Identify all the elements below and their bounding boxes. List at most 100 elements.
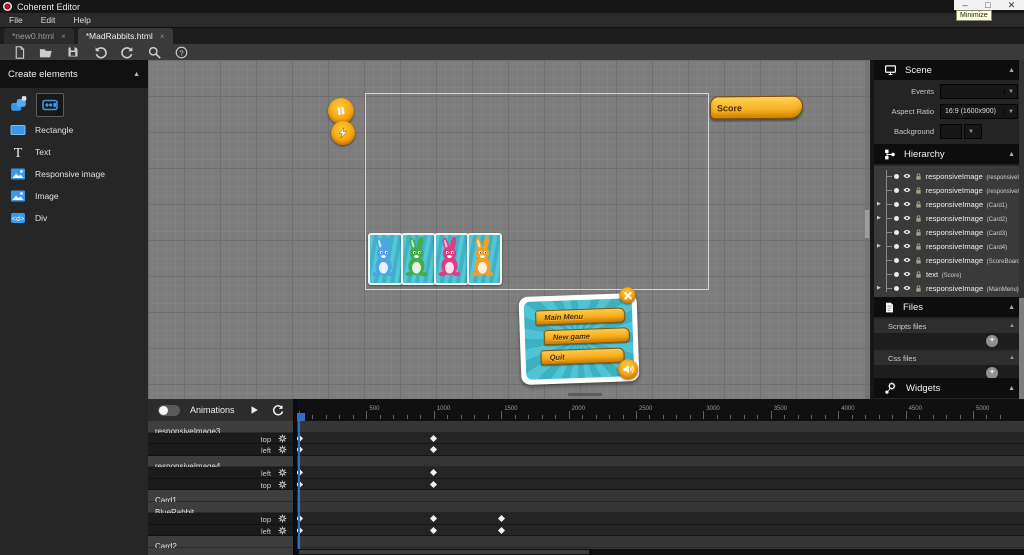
hierarchy-item-Card3[interactable]: responsiveImage (Card3) xyxy=(874,225,1024,239)
gear-icon[interactable] xyxy=(278,445,287,454)
keyframe-1000[interactable] xyxy=(430,446,437,453)
menu-button-new-game[interactable]: New game xyxy=(544,327,630,345)
eye-icon[interactable] xyxy=(902,228,912,236)
menu-item-file[interactable]: File xyxy=(0,15,32,25)
timeline-ruler[interactable]: 500100015002000250030003500400045005000 xyxy=(297,399,1024,421)
playhead-marker[interactable] xyxy=(297,413,305,421)
animations-toggle[interactable] xyxy=(158,405,180,416)
track-lane-top-5[interactable] xyxy=(297,479,1024,491)
menu-close-button[interactable] xyxy=(619,287,636,304)
menu-button-main-menu[interactable]: Main Menu xyxy=(535,307,625,325)
create-item-div[interactable]: <d>Div xyxy=(0,208,148,228)
restart-button[interactable] xyxy=(269,402,287,418)
lock-icon[interactable] xyxy=(915,200,922,209)
track-lane-Card2-10[interactable] xyxy=(297,536,1024,548)
track-lane-BlueRabbit-7[interactable] xyxy=(297,502,1024,514)
close-button[interactable]: ✕ xyxy=(1008,0,1016,10)
collapse-icon[interactable]: ▲ xyxy=(1008,304,1015,311)
track-label-responsiveImage3-0[interactable]: responsiveImage3 xyxy=(148,421,293,433)
close-tab-icon[interactable]: × xyxy=(61,32,66,41)
card-BlueRabbit[interactable] xyxy=(368,233,403,285)
track-label-left-9[interactable]: left xyxy=(148,525,293,537)
track-label-left-2[interactable]: left xyxy=(148,444,293,456)
tab-MadRabbitshtml[interactable]: *MadRabbits.html× xyxy=(78,28,173,44)
card-OrangeRabbit[interactable] xyxy=(467,233,502,285)
add-file-button[interactable]: + xyxy=(986,335,998,347)
files-section-css-files[interactable]: Css files▲ xyxy=(874,351,1024,365)
eye-icon[interactable] xyxy=(902,186,912,194)
keyframe-1000[interactable] xyxy=(430,480,437,487)
background-dropdown[interactable]: ▼ xyxy=(964,124,982,139)
collapse-icon[interactable]: ▲ xyxy=(1008,151,1015,158)
keyframe-1500[interactable] xyxy=(498,515,505,522)
create-item-responsive-image[interactable]: Responsive image xyxy=(0,164,148,184)
main-menu-card[interactable]: Main Menu New game Quit xyxy=(519,293,640,385)
score-banner[interactable]: Score xyxy=(710,96,803,120)
scene-header[interactable]: Scene▲ xyxy=(874,60,1024,80)
gear-icon[interactable] xyxy=(278,434,287,443)
menu-sound-button[interactable] xyxy=(618,359,639,380)
widgets-header[interactable]: Widgets▲ xyxy=(874,378,1024,398)
create-item-rectangle[interactable]: Rectangle xyxy=(0,120,148,140)
hierarchy-item-Card4[interactable]: ▶responsiveImage (Card4) xyxy=(874,239,1024,253)
eye-icon[interactable] xyxy=(902,284,912,292)
hierarchy-item-MainMenu[interactable]: ▶responsiveImage (MainMenu) xyxy=(874,281,1024,295)
hierarchy-item-ScoreBoard[interactable]: responsiveImage (ScoreBoard) xyxy=(874,253,1024,267)
play-button[interactable] xyxy=(245,402,263,418)
visibility-dot-icon[interactable] xyxy=(894,174,899,179)
visibility-dot-icon[interactable] xyxy=(894,258,899,263)
panel-scrollbar[interactable] xyxy=(1019,298,1024,399)
visibility-dot-icon[interactable] xyxy=(894,286,899,291)
track-lane-responsiveImage3-0[interactable] xyxy=(297,421,1024,433)
collapse-icon[interactable]: ▲ xyxy=(1009,323,1015,329)
files-header[interactable]: Files▲ xyxy=(874,297,1024,317)
keyframe-1000[interactable] xyxy=(430,526,437,533)
track-label-Card2-10[interactable]: Card2 xyxy=(148,536,293,548)
track-label-top-5[interactable]: top xyxy=(148,479,293,491)
files-section-scripts-files[interactable]: Scripts files▲ xyxy=(874,319,1024,333)
keyframe-1000[interactable] xyxy=(430,515,437,522)
canvas-vertical-scrollbar[interactable] xyxy=(865,210,869,238)
visibility-dot-icon[interactable] xyxy=(894,230,899,235)
redo-button[interactable] xyxy=(119,45,135,59)
eye-icon[interactable] xyxy=(902,200,912,208)
track-label-left-4[interactable]: left xyxy=(148,467,293,479)
gear-icon[interactable] xyxy=(278,468,287,477)
track-lane-left-2[interactable] xyxy=(297,444,1024,456)
menu-item-edit[interactable]: Edit xyxy=(32,15,65,25)
track-lane-left-4[interactable] xyxy=(297,467,1024,479)
visibility-dot-icon[interactable] xyxy=(894,272,899,277)
visibility-dot-icon[interactable] xyxy=(894,216,899,221)
track-lane-responsiveImage4-3[interactable] xyxy=(297,456,1024,468)
track-lane-left-9[interactable] xyxy=(297,525,1024,537)
minimize-button[interactable]: – xyxy=(963,0,968,10)
create-elements-header[interactable]: Create elements ▲ xyxy=(0,60,148,88)
menu-button-quit[interactable]: Quit xyxy=(540,347,624,365)
eye-icon[interactable] xyxy=(902,214,912,222)
keyframe-1000[interactable] xyxy=(430,469,437,476)
hierarchy-header[interactable]: Hierarchy▲ xyxy=(874,144,1024,164)
maximize-button[interactable]: □ xyxy=(985,0,990,10)
search-button[interactable] xyxy=(146,45,162,59)
visibility-dot-icon[interactable] xyxy=(894,244,899,249)
menu-item-help[interactable]: Help xyxy=(64,15,99,25)
hierarchy-item-responsiveIma[interactable]: responsiveImage (responsiveIma xyxy=(874,183,1024,197)
eye-icon[interactable] xyxy=(902,242,912,250)
background-color-swatch[interactable] xyxy=(940,124,962,139)
collapse-icon[interactable]: ▲ xyxy=(1008,385,1015,392)
playhead-line[interactable] xyxy=(298,421,300,549)
lock-icon[interactable] xyxy=(915,214,922,223)
lock-icon[interactable] xyxy=(915,270,922,279)
expand-icon[interactable]: ▶ xyxy=(877,215,881,221)
hierarchy-item-responsiveIma[interactable]: responsiveImage (responsiveIma xyxy=(874,169,1024,183)
eye-icon[interactable] xyxy=(902,270,912,278)
collapse-icon[interactable]: ▲ xyxy=(133,71,140,78)
canvas-horizontal-scrollbar[interactable] xyxy=(568,393,602,396)
gear-icon[interactable] xyxy=(278,514,287,523)
open-folder-button[interactable] xyxy=(38,45,54,59)
lightning-button[interactable] xyxy=(331,121,355,145)
help-button[interactable]: ? xyxy=(173,45,189,59)
tool-tab-components[interactable] xyxy=(6,93,32,115)
save-button[interactable] xyxy=(65,45,81,59)
tool-tab-widgets-strip[interactable] xyxy=(36,93,64,117)
